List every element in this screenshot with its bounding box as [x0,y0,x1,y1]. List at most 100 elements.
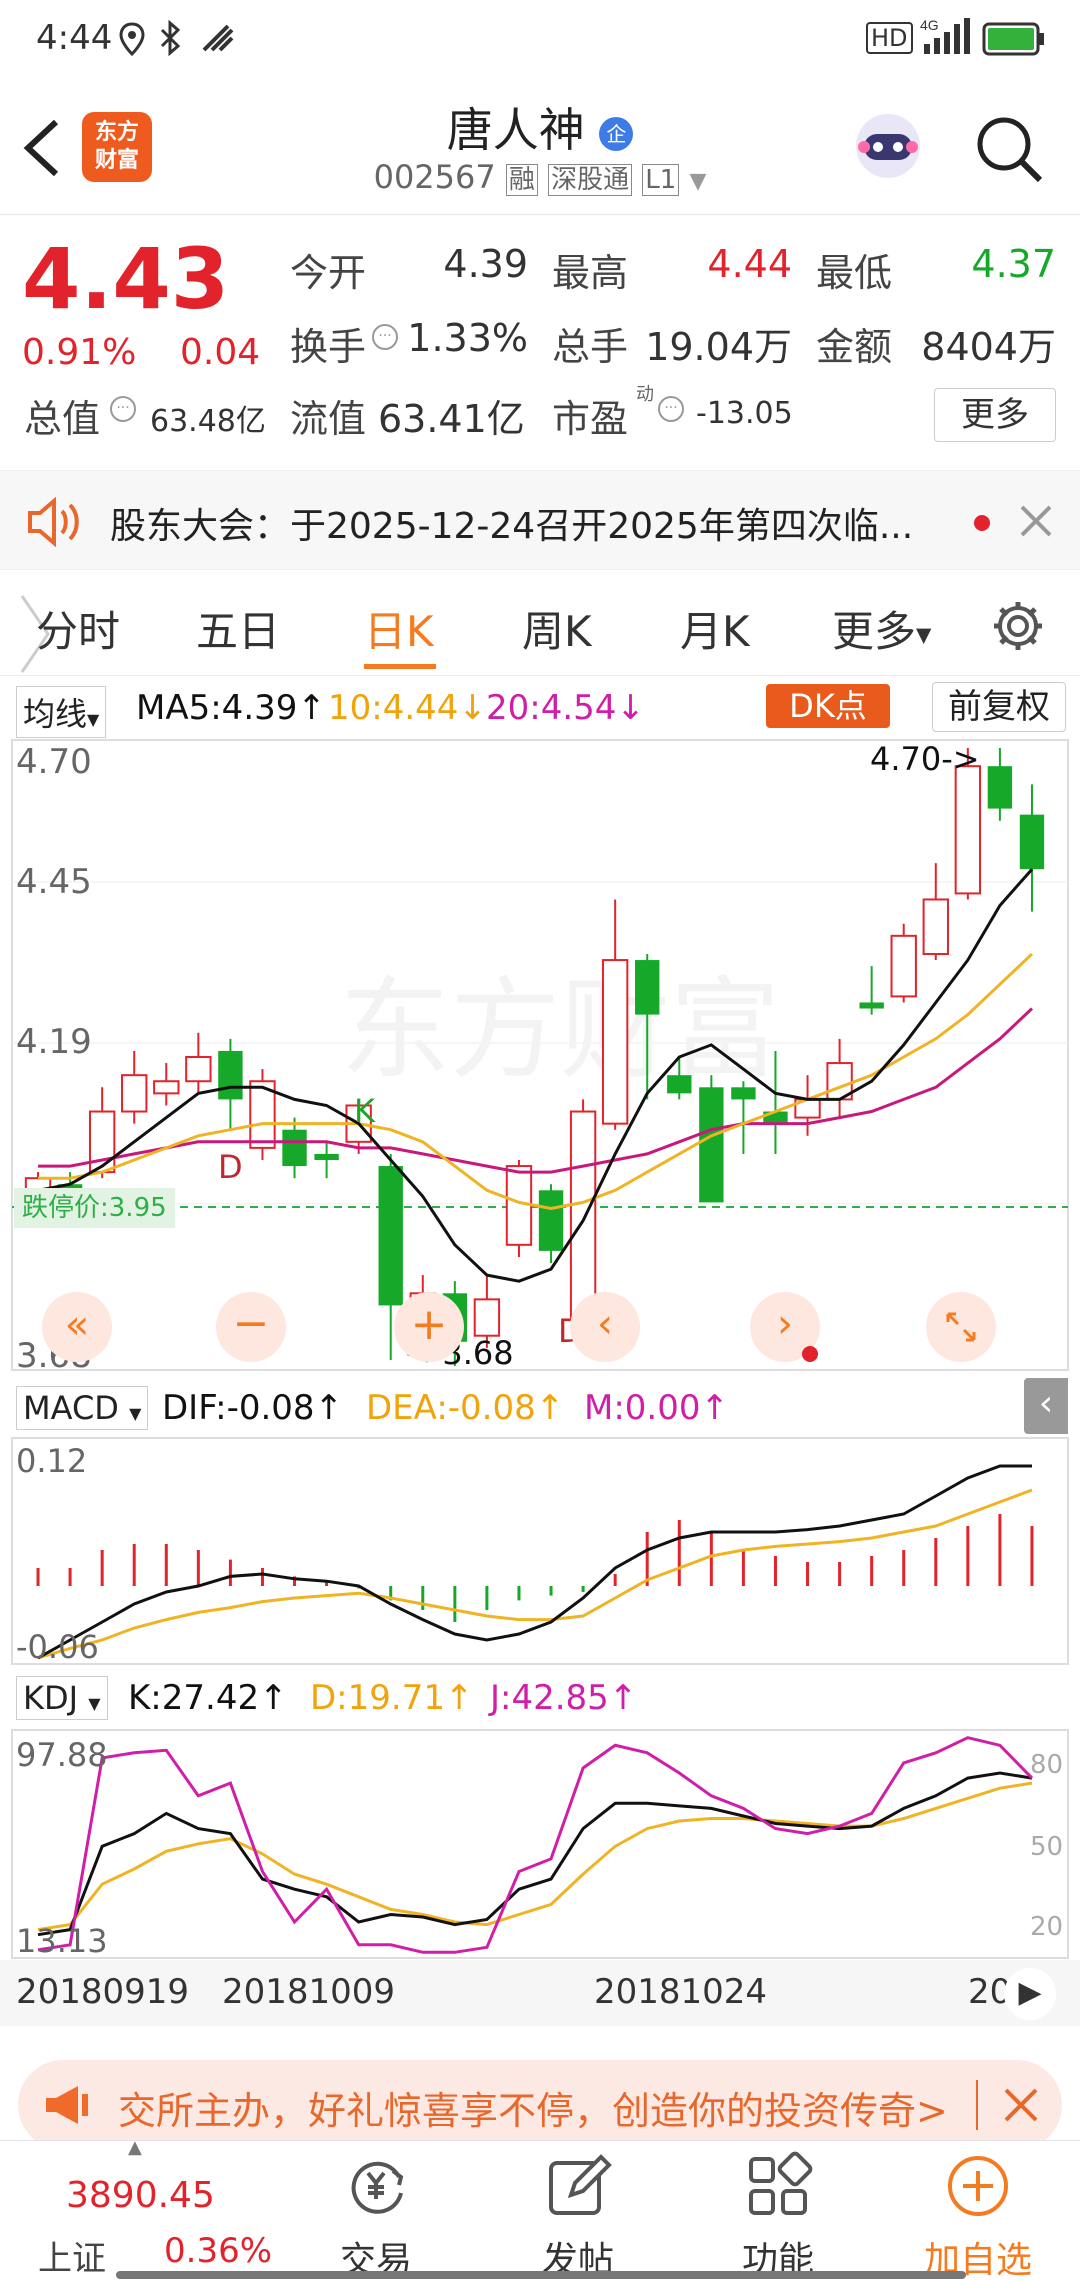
zoom-in-button[interactable]: + [394,1292,464,1362]
more-button[interactable]: 更多 [934,388,1056,442]
tab-five-day[interactable]: 五日 [196,598,280,659]
x-date-2: 20181009 [222,1972,396,2012]
m-text: M:0.00 [584,1388,701,1428]
kdj-ref-80: 80 [1030,1750,1064,1780]
search-icon[interactable] [974,114,1044,188]
nav-add-watchlist[interactable]: 加自选 [908,2151,1048,2280]
nav-functions[interactable]: 功能 [708,2151,848,2280]
notice-bar[interactable]: 股东大会：于2025-12-24召开2025年第四次临... [0,470,1080,570]
float-label: 流值 [290,397,367,441]
candle-body [922,898,949,955]
down-arrow-icon: ↓ [616,688,645,728]
macd-chart[interactable] [0,1436,1080,1666]
info-dots-icon[interactable]: ··· [658,396,684,422]
candle-body [218,1050,243,1100]
index-change: 0.36% [164,2231,273,2271]
info-dots-icon[interactable]: ··· [110,396,136,422]
candle-body [153,1080,180,1095]
high-value: 4.44 [707,242,792,286]
connect-tag: 深股通 [548,164,633,196]
candle-body [121,1074,148,1113]
kdj-y-top: 97.88 [16,1736,108,1774]
amount-label: 金额 [816,325,893,369]
banner-divider [976,2080,978,2130]
stock-code: 002567 [373,158,496,196]
amount-value: 8404万 [921,325,1056,369]
indicator-selector-macd[interactable]: MACD ▼ [16,1386,149,1430]
adjust-button[interactable]: 前复权 [932,682,1066,732]
bottom-navigation: ▲ 3890.45 上证 0.36% 交易 发帖 功能 加自选 [0,2137,1080,2280]
nav-post[interactable]: 发帖 [508,2151,648,2280]
pe-value: -13.05 [696,396,793,431]
margin-tag: 融 [505,164,538,196]
scroll-right-button[interactable]: ▶ [1004,1968,1056,2020]
zoom-out-button[interactable]: − [216,1292,286,1362]
candle [505,1160,533,1257]
candle [699,1075,724,1203]
promo-banner[interactable]: 交所主办，好礼惊喜享不停，创造你的投资传奇> [18,2060,1062,2150]
kdj-ref-50: 50 [1030,1832,1064,1862]
tab-weekly-k[interactable]: 周K [522,598,592,659]
banner-text: 交所主办，好礼惊喜享不停，创造你的投资传奇> [118,2089,948,2133]
rewind-button[interactable]: « [42,1292,112,1362]
tab-monthly-k[interactable]: 月K [680,598,750,659]
y-axis-mid1: 4.45 [16,862,92,902]
quote-panel: 4.43 0.91% 0.04 今开 4.39 最高 4.44 最低 4.37 … [0,220,1080,465]
j-readout: J:42.85↑ [490,1678,637,1718]
collapse-panel-button[interactable]: ‹ [1024,1378,1068,1434]
tab-daily-k[interactable]: 日K [364,598,434,659]
k-readout: K:27.42↑ [128,1678,288,1718]
ma20-readout: 20:4.54↓ [486,688,645,728]
pe-label: 市盈 [552,397,629,441]
prev-button[interactable]: ‹ [570,1292,640,1362]
period-tabs: 分时 五日 日K 周K 月K 更多▼ [0,578,1080,676]
dk-point-button[interactable]: DK点 [766,684,890,728]
indicator-selector-kdj[interactable]: KDJ ▼ [16,1676,108,1720]
d-marker: D [218,1148,243,1186]
kdj-ref-20: 20 [1030,1912,1064,1942]
ma5-text: MA5:4.39 [136,688,298,728]
candle-body [538,1190,564,1251]
settings-gear-icon[interactable] [990,598,1046,658]
dif-text: DIF:-0.08 [162,1388,315,1428]
macd-selector-label: MACD [23,1389,119,1427]
signal-arrows-icon [200,22,234,63]
pe-superscript: 动 [636,384,654,405]
close-icon[interactable] [1002,2086,1040,2128]
tab-more-label: 更多 [832,607,917,656]
index-name: 上证 [38,2239,106,2279]
speaker-icon [26,496,82,551]
change-percent: 0.91% [22,332,137,373]
kdj-chart[interactable] [0,1728,1080,1960]
hd-badge: HD [866,22,913,54]
info-dots-icon[interactable]: ··· [372,324,398,350]
home-indicator [116,2271,966,2279]
robot-assistant-icon[interactable] [846,102,930,186]
fullscreen-button[interactable] [926,1292,996,1362]
unread-dot-icon [802,1346,818,1362]
macd-y-top: 0.12 [16,1442,88,1480]
index-value[interactable]: 3890.45 [66,2175,215,2216]
notice-text: 股东大会：于2025-12-24召开2025年第四次临... [110,506,914,547]
low-label: 最低 [816,251,893,295]
candlestick-chart[interactable]: 东方财富 [0,738,1080,1378]
indicator-selector-ma[interactable]: 均线▼ [16,686,107,738]
candle-body [667,1075,692,1094]
candle-body [314,1153,339,1160]
watermark: 东方财富 [340,966,780,1094]
up-arrow-icon: ↑ [297,688,326,728]
tab-more[interactable]: 更多▼ [832,598,931,659]
candle-body [378,1166,403,1306]
candle-body [731,1087,756,1100]
tab-intraday[interactable]: 分时 [36,598,120,659]
close-icon[interactable] [1018,503,1054,543]
cell-signal-icon: 4G [920,16,972,65]
compose-icon [549,2154,612,2215]
turnover-value: 1.33% [407,316,528,360]
nav-trade[interactable]: 交易 [306,2151,446,2280]
down-arrow-icon: ↓ [458,688,487,728]
macd-y-bottom: -0.06 [16,1628,99,1666]
candle-body [699,1087,724,1203]
candle [249,1069,276,1160]
y-axis-mid2: 4.19 [16,1022,92,1062]
